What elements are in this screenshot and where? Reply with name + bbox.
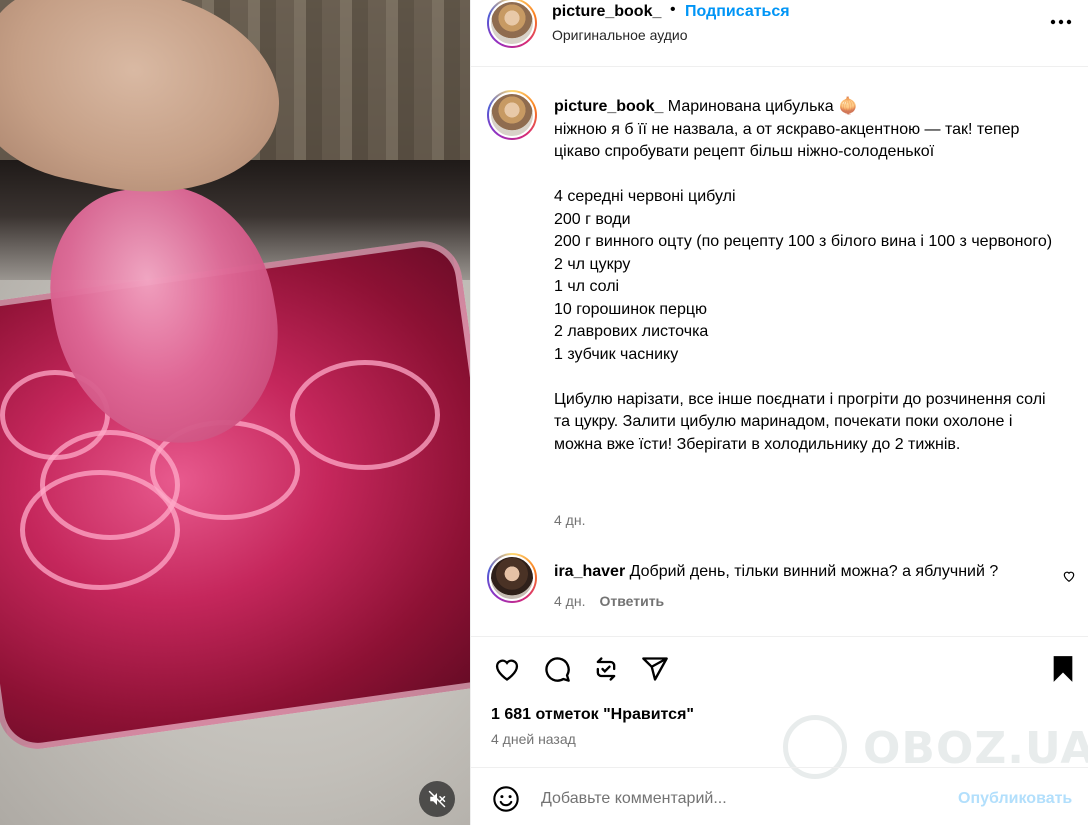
muted-speaker-icon xyxy=(428,790,446,808)
like-button[interactable] xyxy=(491,653,523,685)
mute-button[interactable] xyxy=(419,781,455,817)
post-header: picture_book_ • Подписаться Оригинальное… xyxy=(471,0,1088,67)
post-side-panel: picture_book_ • Подписаться Оригинальное… xyxy=(470,0,1088,825)
caption-text: Маринована цибулька 🧅 ніжною я б її не н… xyxy=(554,98,1053,453)
emoji-icon xyxy=(493,786,519,812)
audio-label[interactable]: Оригинальное аудио xyxy=(552,27,688,43)
comment-input[interactable] xyxy=(541,787,941,811)
publish-button[interactable]: Опубликовать xyxy=(958,790,1072,808)
follow-button[interactable]: Подписаться xyxy=(685,3,790,21)
share-button[interactable] xyxy=(639,653,671,685)
comment-button[interactable] xyxy=(541,653,573,685)
comment-like-button[interactable] xyxy=(1062,569,1078,585)
heart-icon xyxy=(1063,571,1075,582)
bookmark-icon xyxy=(1053,656,1073,682)
comment-username[interactable]: ira_haver xyxy=(554,563,625,580)
caption-timestamp[interactable]: 4 дн. xyxy=(554,512,585,528)
comment-icon xyxy=(545,657,570,682)
comment-composer: Опубликовать xyxy=(471,768,1088,825)
caption-username[interactable]: picture_book_ xyxy=(554,98,663,115)
more-options-button[interactable] xyxy=(1049,10,1073,34)
avatar[interactable] xyxy=(487,0,537,48)
caption-body: picture_book_ Маринована цибулька 🧅 ніжн… xyxy=(554,96,1064,456)
comment-meta: 4 дн. Ответить xyxy=(554,593,664,609)
action-bar xyxy=(471,650,1088,690)
comment-timestamp[interactable]: 4 дн. xyxy=(554,593,585,609)
video-onion-ring xyxy=(290,360,440,470)
repost-button[interactable] xyxy=(590,653,622,685)
share-icon xyxy=(642,657,668,681)
header-separator: • xyxy=(670,1,676,18)
post-video[interactable] xyxy=(0,0,470,825)
heart-icon xyxy=(495,659,519,681)
repost-icon xyxy=(596,657,616,681)
comment-body: ira_haver Добрий день, тільки винний мож… xyxy=(554,561,1024,583)
more-horizontal-icon xyxy=(1050,19,1072,25)
caption-avatar[interactable] xyxy=(487,90,537,140)
video-onion-ring xyxy=(20,470,180,590)
save-button[interactable] xyxy=(1047,653,1079,685)
comment-text: Добрий день, тільки винний можна? а яблу… xyxy=(629,563,999,580)
like-count[interactable]: 1 681 отметок "Нравится" xyxy=(491,706,694,724)
divider xyxy=(471,636,1088,637)
comment-avatar[interactable] xyxy=(487,553,537,603)
post-date[interactable]: 4 дней назад xyxy=(491,731,576,747)
reply-button[interactable]: Ответить xyxy=(599,593,664,609)
emoji-button[interactable] xyxy=(492,785,520,813)
header-username[interactable]: picture_book_ xyxy=(552,3,661,21)
